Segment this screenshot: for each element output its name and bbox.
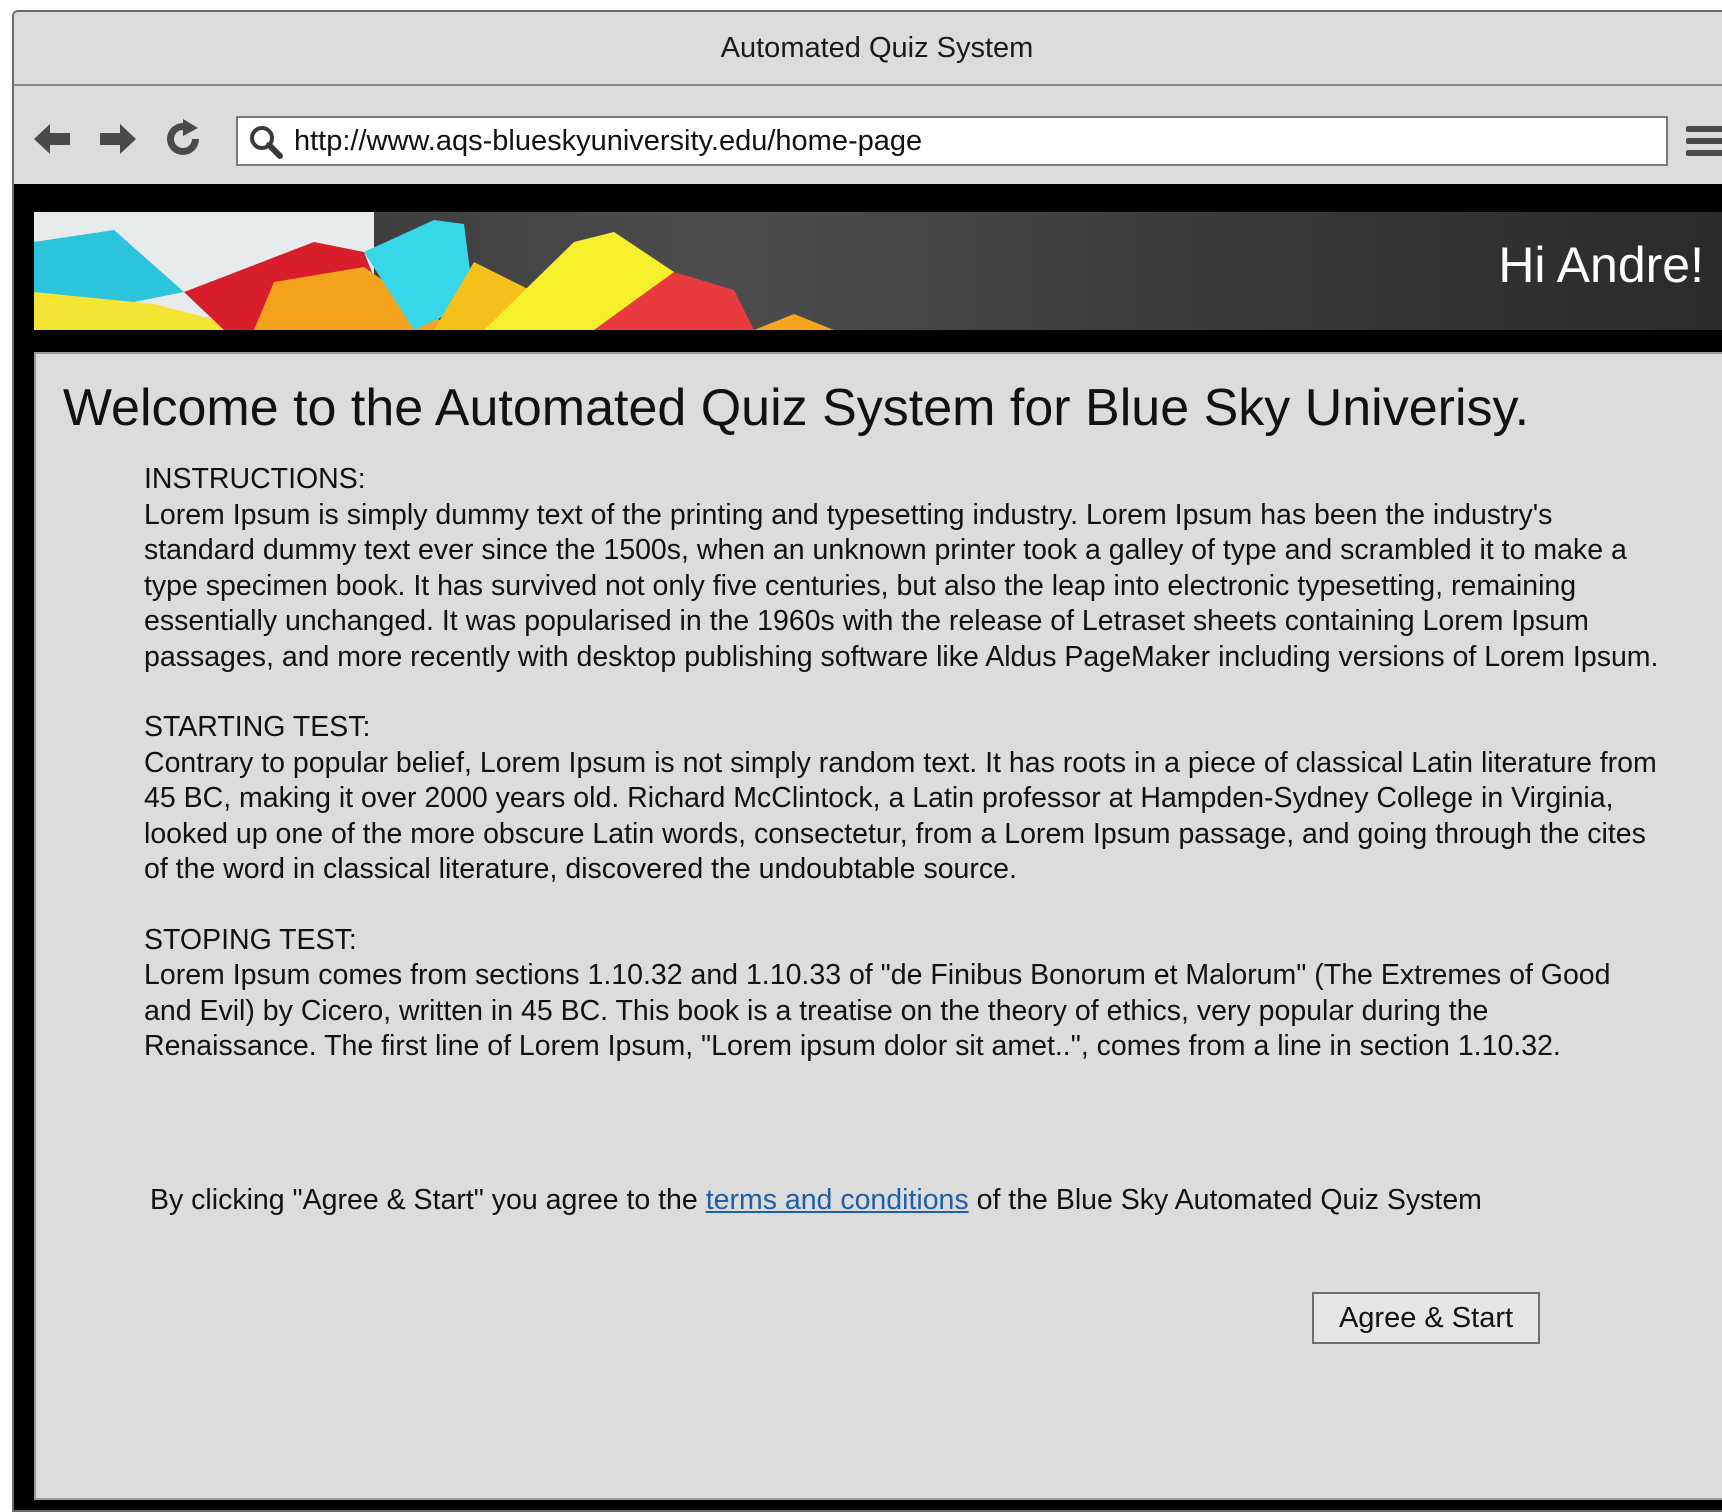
reload-icon: [167, 119, 199, 155]
user-greeting: Hi Andre!: [1498, 237, 1704, 293]
window-title: Automated Quiz System: [720, 32, 1034, 64]
search-icon: [250, 126, 283, 159]
window-titlebar: Automated Quiz System: [14, 12, 1722, 86]
back-button[interactable]: [30, 116, 76, 162]
page-title: Welcome to the Automated Quiz System for…: [62, 379, 1530, 437]
section-body: Lorem Ipsum comes from sections 1.10.32 …: [144, 959, 1611, 1062]
forward-button[interactable]: [94, 116, 140, 162]
section-body: Contrary to popular belief, Lorem Ipsum …: [144, 746, 1657, 886]
instructions-sections: INSTRUCTIONS: Lorem Ipsum is simply dumm…: [144, 462, 1664, 1100]
section-heading: STOPING TEST:: [144, 923, 357, 956]
hamburger-menu-icon: [1686, 126, 1722, 156]
browser-window: Automated Quiz System http://www.aqs-blu…: [12, 10, 1722, 1512]
stopping-test-section: STOPING TEST: Lorem Ipsum comes from sec…: [144, 923, 1664, 1065]
browser-toolbar: [14, 86, 1722, 184]
main-content: Welcome to the Automated Quiz System for…: [34, 352, 1722, 1500]
agreement-prefix: By clicking "Agree & Start" you agree to…: [150, 1184, 706, 1216]
starting-test-section: STARTING TEST: Contrary to popular belie…: [144, 710, 1664, 888]
page-viewport: Hi Andre! Welcome to the Automated Quiz …: [14, 184, 1722, 1510]
terms-link[interactable]: terms and conditions: [706, 1184, 969, 1216]
agreement-notice: By clicking "Agree & Start" you agree to…: [150, 1184, 1482, 1217]
section-heading: INSTRUCTIONS:: [144, 463, 366, 495]
instructions-section: INSTRUCTIONS: Lorem Ipsum is simply dumm…: [144, 462, 1664, 675]
arrow-left-icon: [34, 124, 70, 154]
section-heading: STARTING TEST:: [144, 711, 371, 743]
reload-button[interactable]: [160, 116, 206, 162]
agree-start-button[interactable]: Agree & Start: [1312, 1292, 1540, 1344]
agreement-suffix: of the Blue Sky Automated Quiz System: [968, 1184, 1482, 1216]
arrow-right-icon: [100, 124, 136, 154]
browser-menu-button[interactable]: [1682, 118, 1722, 164]
address-bar[interactable]: [236, 116, 1668, 166]
header-banner: Hi Andre!: [34, 212, 1722, 330]
url-input[interactable]: [294, 118, 1654, 164]
banner-graphic: [34, 212, 834, 330]
section-body: Lorem Ipsum is simply dummy text of the …: [144, 498, 1659, 673]
